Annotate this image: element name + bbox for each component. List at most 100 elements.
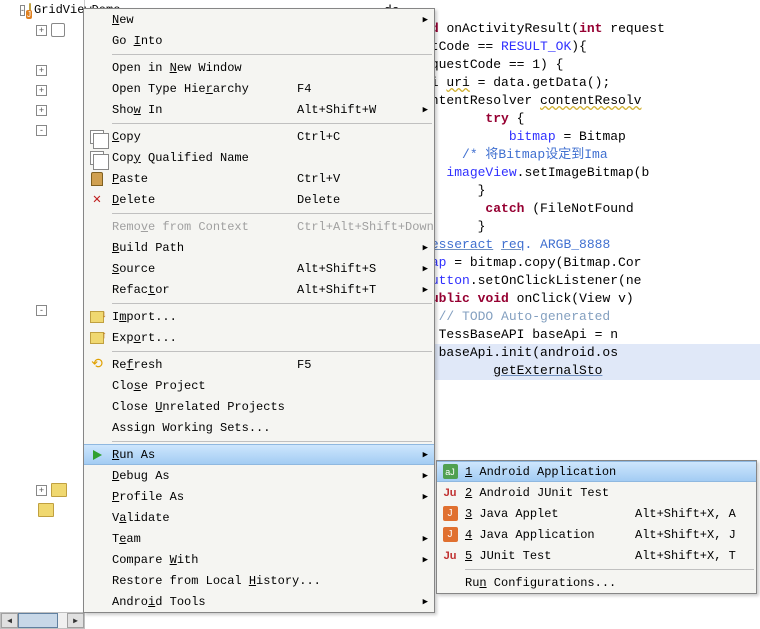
tree-row[interactable]: -: [0, 120, 84, 140]
menu-item[interactable]: Ju5 JUnit TestAlt+Shift+X, T: [437, 545, 756, 566]
tree-toggle-icon[interactable]: -: [36, 125, 47, 136]
menu-item[interactable]: Show InAlt+Shift+W▶: [84, 99, 434, 120]
menu-item[interactable]: Team▶: [84, 528, 434, 549]
menu-item[interactable]: Validate: [84, 507, 434, 528]
submenu-arrow-icon: ▶: [423, 492, 428, 502]
tree-row[interactable]: [0, 440, 84, 460]
tree-row[interactable]: [0, 220, 84, 240]
menu-item[interactable]: Build Path▶: [84, 237, 434, 258]
tree-toggle-icon[interactable]: +: [36, 25, 47, 36]
submenu-arrow-icon: ▶: [423, 285, 428, 295]
menu-item[interactable]: Debug As▶: [84, 465, 434, 486]
tree-row[interactable]: +: [0, 80, 84, 100]
java-icon: J: [442, 506, 458, 522]
code-line[interactable]: }: [384, 218, 760, 236]
tree-row[interactable]: [0, 320, 84, 340]
menu-item[interactable]: J3 Java AppletAlt+Shift+X, A: [437, 503, 756, 524]
menu-item[interactable]: Compare With▶: [84, 549, 434, 570]
code-line[interactable]: ocrButton.setOnClickListener(ne: [384, 272, 760, 290]
code-line[interactable]: Uri uri = data.getData();: [384, 74, 760, 92]
menu-item-label: Close Unrelated Projects: [112, 400, 297, 414]
tree-row[interactable]: +: [0, 100, 84, 120]
tree-row[interactable]: [0, 340, 84, 360]
tree-row[interactable]: [0, 380, 84, 400]
tree-row[interactable]: [0, 420, 84, 440]
code-line[interactable]: (resultCode == RESULT_OK){: [384, 38, 760, 56]
tree-row[interactable]: [0, 360, 84, 380]
code-line[interactable]: // tesseract req. ARGB_8888: [384, 236, 760, 254]
menu-item[interactable]: RefactorAlt+Shift+T▶: [84, 279, 434, 300]
scroll-thumb[interactable]: [18, 613, 58, 628]
tree-horizontal-scrollbar[interactable]: ◀ ▶: [0, 612, 85, 629]
menu-item[interactable]: Copy Qualified Name: [84, 147, 434, 168]
menu-item[interactable]: New▶: [84, 9, 434, 30]
menu-item[interactable]: aJ1 Android Application: [437, 461, 756, 482]
code-line[interactable]: public void onClick(View v): [384, 290, 760, 308]
menu-item[interactable]: Import...: [84, 306, 434, 327]
code-line[interactable]: de: [384, 2, 760, 20]
menu-item[interactable]: Run Configurations...: [437, 572, 756, 593]
tree-row[interactable]: [0, 40, 84, 60]
menu-item[interactable]: CopyCtrl+C: [84, 126, 434, 147]
code-line[interactable]: bitmap = Bitmap: [384, 128, 760, 146]
tree-row[interactable]: +: [0, 60, 84, 80]
package-explorer[interactable]: -GridViewDemo++++--+: [0, 0, 85, 629]
menu-item[interactable]: Profile As ▶: [84, 486, 434, 507]
submenu-arrow-icon: ▶: [423, 534, 428, 544]
code-line[interactable]: getExternalSto: [384, 362, 760, 380]
menu-item[interactable]: Open Type HierarchyF4: [84, 78, 434, 99]
menu-item[interactable]: J4 Java ApplicationAlt+Shift+X, J: [437, 524, 756, 545]
tree-toggle-icon[interactable]: +: [36, 85, 47, 96]
scroll-right-icon[interactable]: ▶: [67, 613, 84, 628]
tree-row[interactable]: [0, 160, 84, 180]
menu-item[interactable]: Close Project: [84, 375, 434, 396]
menu-item[interactable]: Android Tools▶: [84, 591, 434, 612]
code-line[interactable]: baseApi.init(android.os: [384, 344, 760, 362]
tree-row[interactable]: -GridViewDemo: [0, 0, 84, 20]
menu-item[interactable]: PasteCtrl+V: [84, 168, 434, 189]
tree-toggle-icon[interactable]: +: [36, 485, 47, 496]
menu-item[interactable]: Assign Working Sets...: [84, 417, 434, 438]
scroll-left-icon[interactable]: ◀: [1, 613, 18, 628]
menu-item[interactable]: ✕DeleteDelete: [84, 189, 434, 210]
tree-row[interactable]: [0, 240, 84, 260]
code-line[interactable]: try {: [384, 110, 760, 128]
menu-item-label: Show In: [112, 103, 297, 117]
code-line[interactable]: TessBaseAPI baseApi = n: [384, 326, 760, 344]
code-line[interactable]: catch (FileNotFound: [384, 200, 760, 218]
menu-item[interactable]: SourceAlt+Shift+S▶: [84, 258, 434, 279]
menu-item[interactable]: Run As▶: [84, 444, 434, 465]
tree-row[interactable]: +: [0, 20, 84, 40]
menu-item-label: Profile As: [112, 490, 297, 504]
tree-row[interactable]: [0, 140, 84, 160]
tree-toggle-icon[interactable]: +: [36, 65, 47, 76]
menu-item[interactable]: Go Into: [84, 30, 434, 51]
code-line[interactable]: imageView.setImageBitmap(b: [384, 164, 760, 182]
tree-row[interactable]: [0, 260, 84, 280]
tree-row[interactable]: [0, 400, 84, 420]
tree-toggle-icon[interactable]: +: [36, 105, 47, 116]
code-line[interactable]: ContentResolver contentResolv: [384, 92, 760, 110]
tree-toggle-icon[interactable]: -: [36, 305, 47, 316]
tree-row[interactable]: [0, 500, 84, 520]
menu-item[interactable]: Ju2 Android JUnit Test: [437, 482, 756, 503]
menu-item[interactable]: Export...: [84, 327, 434, 348]
tree-row[interactable]: -: [0, 300, 84, 320]
code-line[interactable]: /* 将Bitmap设定到Ima: [384, 146, 760, 164]
menu-item[interactable]: Restore from Local History...: [84, 570, 434, 591]
code-line[interactable]: ed void onActivityResult(int request: [384, 20, 760, 38]
tree-row[interactable]: [0, 460, 84, 480]
tree-row[interactable]: +: [0, 480, 84, 500]
menu-item[interactable]: Close Unrelated Projects: [84, 396, 434, 417]
code-line[interactable]: bitmap = bitmap.copy(Bitmap.Cor: [384, 254, 760, 272]
menu-item[interactable]: ⟲RefreshF5: [84, 354, 434, 375]
refresh-icon: ⟲: [89, 357, 105, 373]
tree-row[interactable]: [0, 280, 84, 300]
code-line[interactable]: // TODO Auto-generated: [384, 308, 760, 326]
tree-toggle-icon[interactable]: -: [20, 5, 25, 16]
tree-row[interactable]: [0, 200, 84, 220]
menu-item[interactable]: Open in New Window: [84, 57, 434, 78]
code-line[interactable]: if (requestCode == 1) {: [384, 56, 760, 74]
tree-row[interactable]: [0, 180, 84, 200]
code-line[interactable]: }: [384, 182, 760, 200]
